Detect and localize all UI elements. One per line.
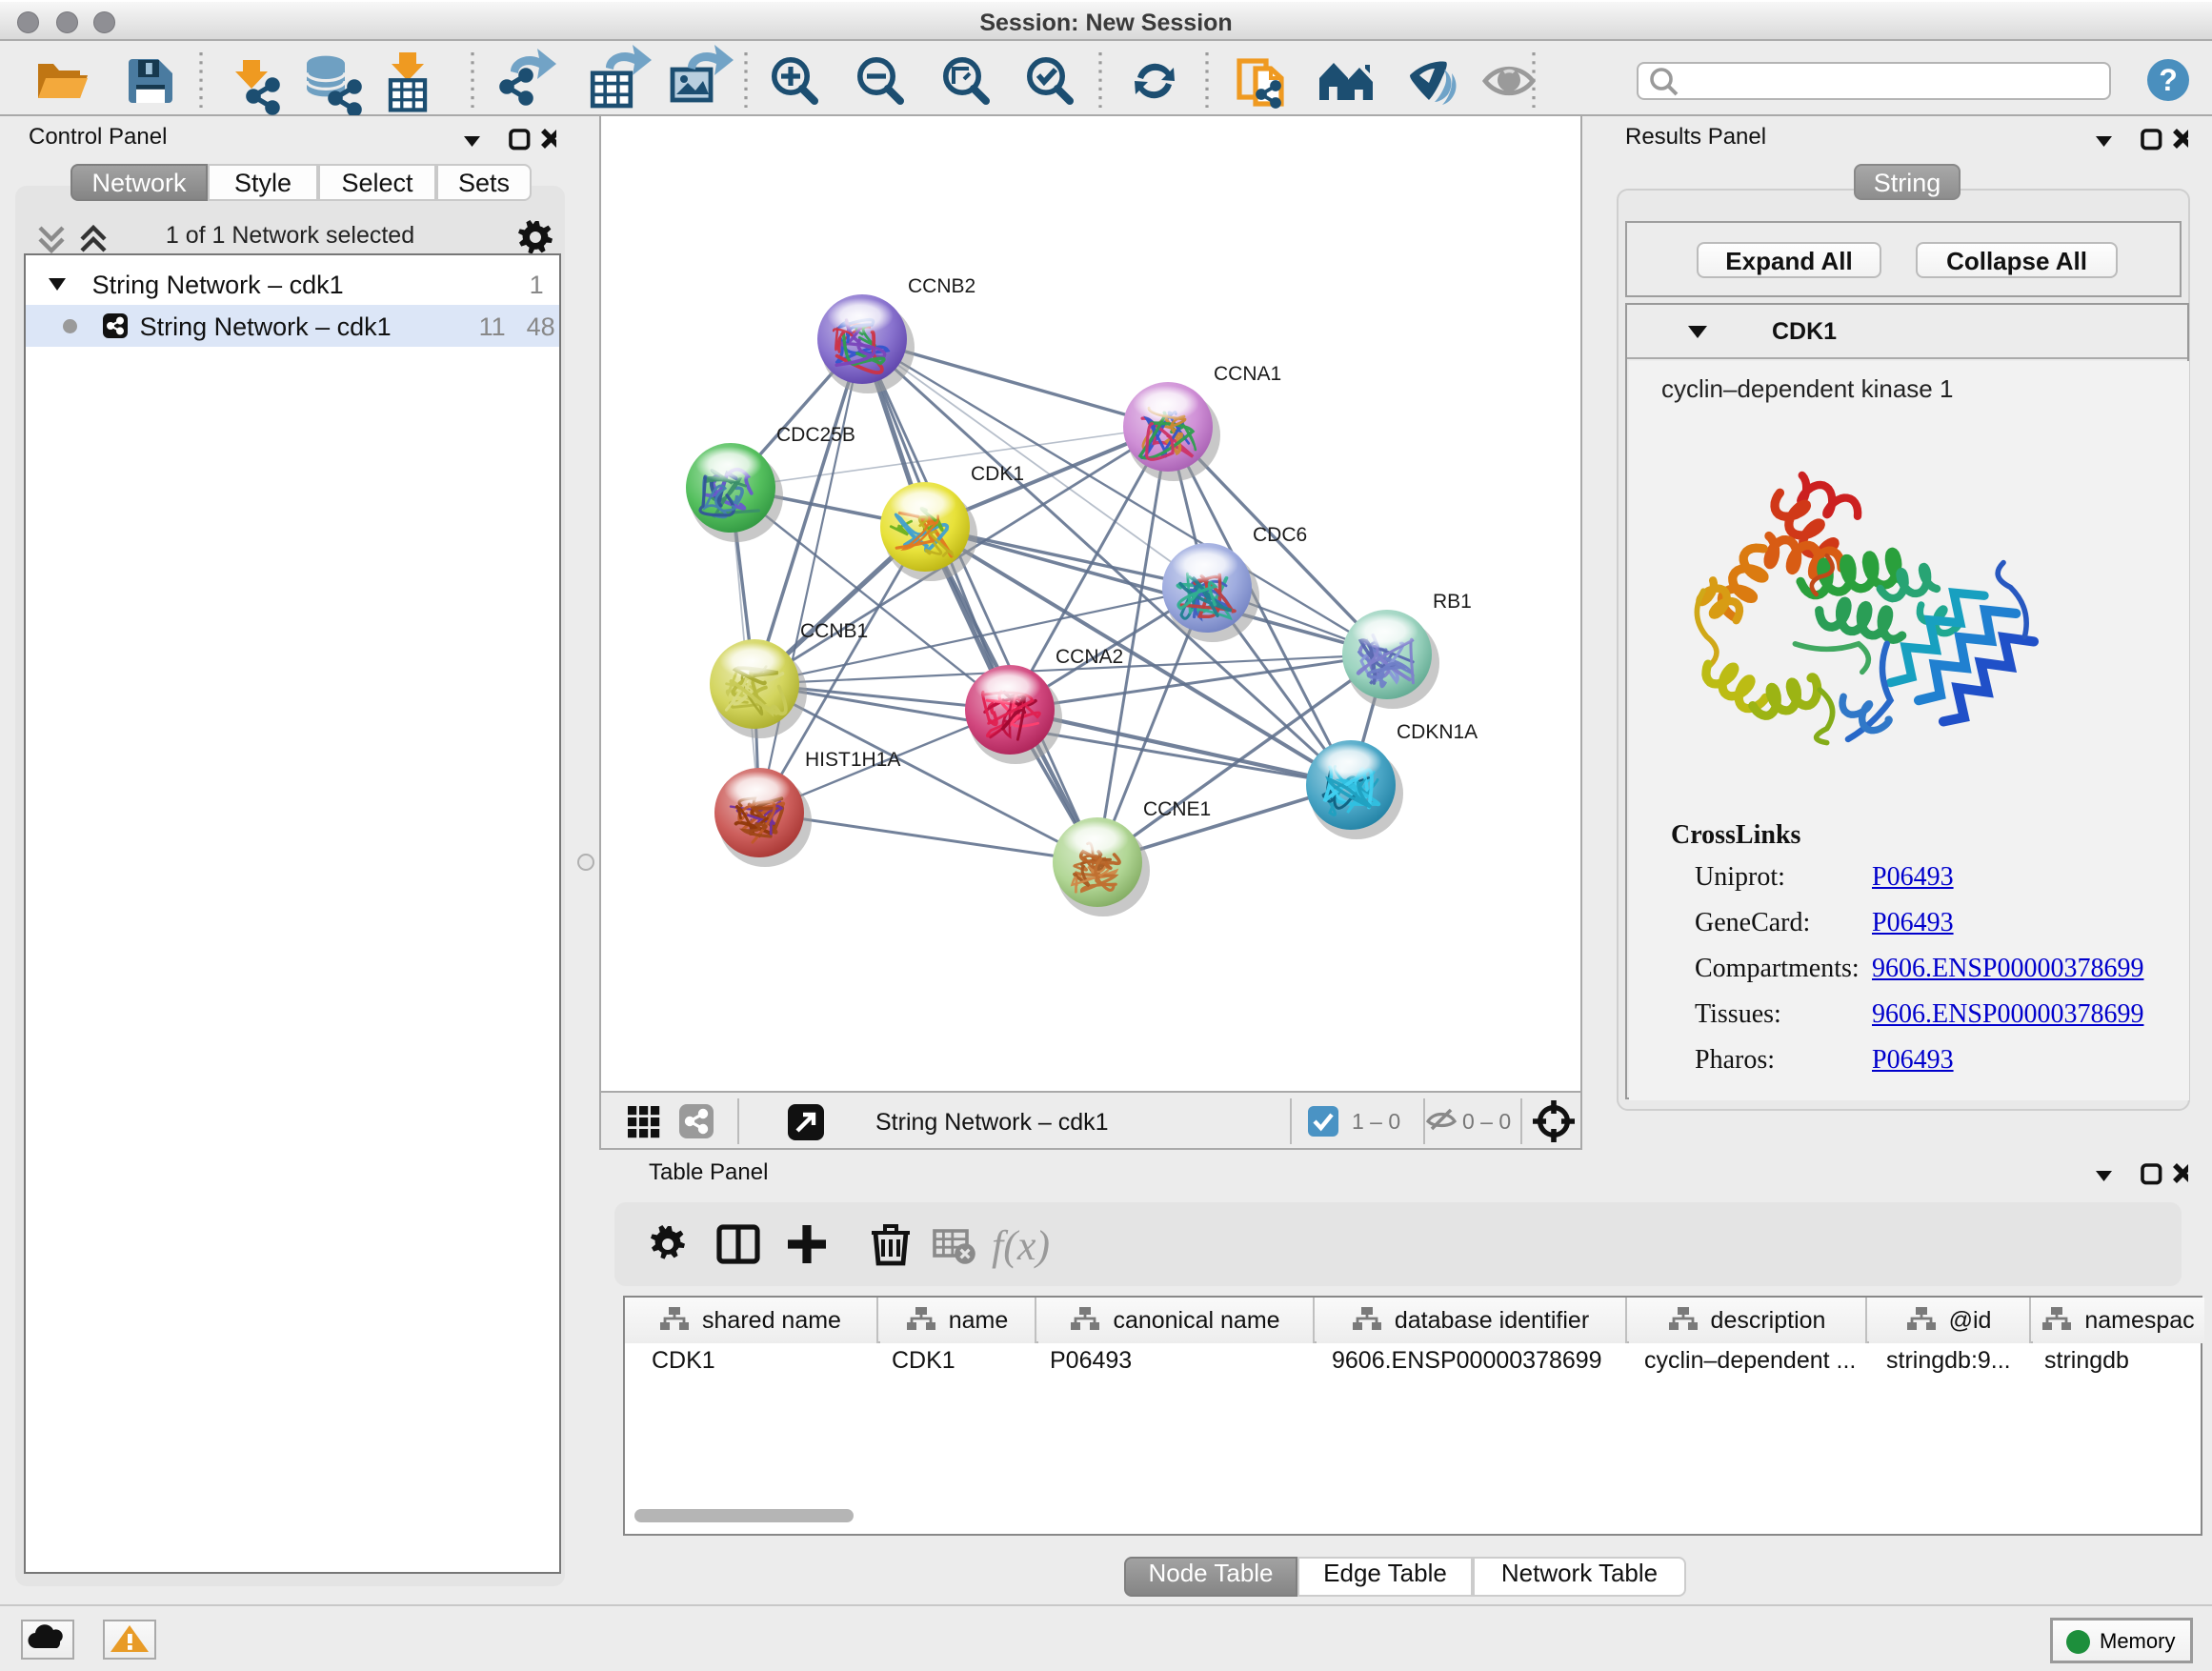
svg-text:f(x): f(x) — [992, 1222, 1050, 1269]
svg-text:CCNA1: CCNA1 — [1214, 363, 1281, 385]
svg-text:HIST1H1A: HIST1H1A — [805, 749, 900, 771]
svg-text:0 – 0: 0 – 0 — [1462, 1109, 1511, 1134]
svg-text:RB1: RB1 — [1433, 591, 1472, 613]
svg-text:CDK1: CDK1 — [971, 463, 1024, 485]
svg-text:CCNE1: CCNE1 — [1143, 798, 1211, 820]
svg-text:CCNA2: CCNA2 — [1056, 646, 1123, 668]
svg-text:CDC6: CDC6 — [1253, 524, 1307, 546]
svg-text:CCNB1: CCNB1 — [800, 620, 868, 642]
svg-text:CDKN1A: CDKN1A — [1397, 721, 1478, 743]
svg-text:CDC25B: CDC25B — [776, 424, 855, 446]
svg-text:String Network – cdk1: String Network – cdk1 — [875, 1109, 1109, 1136]
svg-text:1 – 0: 1 – 0 — [1352, 1109, 1400, 1134]
svg-text:CCNB2: CCNB2 — [908, 275, 975, 297]
